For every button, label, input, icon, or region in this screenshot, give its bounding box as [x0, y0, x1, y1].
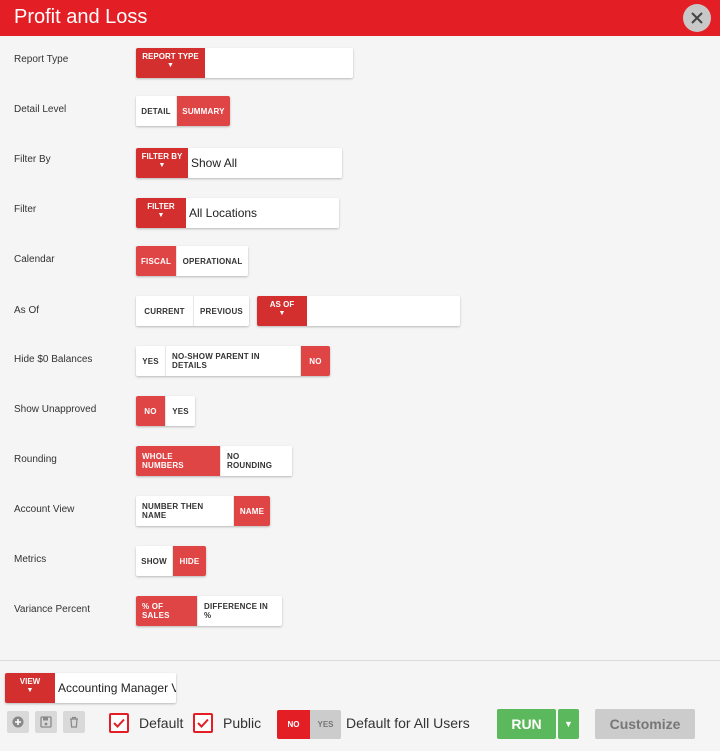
filter-by-select[interactable]: FILTER BY ▼ Show All — [136, 148, 342, 178]
title-bar: Profit and Loss — [0, 0, 720, 36]
run-options-button[interactable]: ▼ — [558, 709, 579, 739]
caret-down-icon: ▼ — [26, 687, 34, 694]
delete-view-button[interactable] — [63, 711, 85, 733]
view-select[interactable]: VIEW ▼ Accounting Manager V — [5, 673, 176, 703]
trash-icon — [70, 716, 78, 728]
checkmark-icon — [197, 718, 209, 728]
view-dropdown-label: VIEW — [19, 677, 41, 686]
hide-zero-option-yes[interactable]: YES — [136, 346, 166, 376]
calendar-label: Calendar — [14, 254, 55, 265]
metrics-label: Metrics — [14, 554, 47, 565]
plus-circle-icon — [12, 716, 24, 728]
default-checkbox[interactable] — [109, 713, 129, 733]
report-type-dropdown-label: REPORT TYPE — [142, 52, 199, 61]
public-checkbox[interactable] — [193, 713, 213, 733]
filter-value[interactable]: All Locations — [186, 198, 339, 228]
default-for-all-users-toggle[interactable]: NO YES — [277, 710, 341, 739]
filter-dropdown-label: FILTER — [147, 202, 175, 211]
metrics-option-hide[interactable]: HIDE — [173, 546, 206, 576]
default-checkbox-label: Default — [139, 715, 184, 731]
run-button[interactable]: RUN — [497, 709, 556, 739]
detail-level-option-summary[interactable]: SUMMARY — [177, 96, 230, 126]
metrics-option-show[interactable]: SHOW — [136, 546, 173, 576]
public-checkbox-label: Public — [223, 715, 262, 731]
account-view-toggle: NUMBER THEN NAME NAME — [136, 496, 270, 526]
as-of-toggle: CURRENT PREVIOUS — [136, 296, 249, 326]
variance-percent-toggle: % OF SALES DIFFERENCE IN % — [136, 596, 282, 626]
hide-zero-option-no[interactable]: NO — [301, 346, 330, 376]
calendar-option-fiscal[interactable]: FISCAL — [136, 246, 177, 276]
detail-level-toggle: DETAIL SUMMARY — [136, 96, 230, 126]
rounding-toggle: WHOLE NUMBERS NO ROUNDING — [136, 446, 292, 476]
caret-down-icon: ▼ — [278, 310, 286, 317]
as-of-dropdown-button[interactable]: AS OF ▼ — [257, 296, 307, 326]
report-type-value[interactable] — [205, 48, 353, 78]
detail-level-label: Detail Level — [14, 104, 67, 115]
save-view-button[interactable] — [35, 711, 57, 733]
filter-by-dropdown-label: FILTER BY — [141, 152, 183, 161]
detail-level-option-detail[interactable]: DETAIL — [136, 96, 177, 126]
close-icon — [691, 12, 703, 24]
account-view-option-name[interactable]: NAME — [234, 496, 270, 526]
calendar-toggle: FISCAL OPERATIONAL — [136, 246, 248, 276]
toggle-option-yes[interactable]: YES — [310, 710, 341, 739]
view-dropdown-button[interactable]: VIEW ▼ — [5, 673, 55, 703]
variance-option-percent-of-sales[interactable]: % OF SALES — [136, 596, 198, 626]
checkmark-icon — [113, 718, 125, 728]
report-type-label: Report Type — [14, 54, 69, 65]
hide-zero-balances-toggle: YES NO-SHOW PARENT IN DETAILS NO — [136, 346, 330, 376]
show-unapproved-label: Show Unapproved — [14, 404, 97, 415]
variance-option-difference-in-percent[interactable]: DIFFERENCE IN % — [198, 596, 282, 626]
dialog-title: Profit and Loss — [14, 6, 148, 28]
toggle-option-no[interactable]: NO — [277, 710, 310, 739]
default-for-all-users-label: Default for All Users — [346, 715, 470, 731]
as-of-label: As Of — [14, 305, 40, 316]
show-unapproved-option-no[interactable]: NO — [136, 396, 166, 426]
as-of-option-current[interactable]: CURRENT — [136, 296, 194, 326]
hide-zero-balances-label: Hide $0 Balances — [14, 354, 93, 365]
filter-label: Filter — [14, 204, 37, 215]
show-unapproved-toggle: NO YES — [136, 396, 195, 426]
profit-and-loss-dialog: Profit and Loss Report Type REPORT TYPE … — [0, 0, 720, 751]
metrics-toggle: SHOW HIDE — [136, 546, 206, 576]
customize-button[interactable]: Customize — [595, 709, 695, 739]
calendar-option-operational[interactable]: OPERATIONAL — [177, 246, 248, 276]
as-of-dropdown-label: AS OF — [269, 300, 295, 309]
close-button[interactable] — [683, 4, 711, 32]
variance-percent-label: Variance Percent — [14, 604, 90, 615]
rounding-option-whole-numbers[interactable]: WHOLE NUMBERS — [136, 446, 221, 476]
caret-down-icon: ▼ — [564, 719, 573, 729]
filter-by-value[interactable]: Show All — [188, 148, 342, 178]
filter-by-dropdown-button[interactable]: FILTER BY ▼ — [136, 148, 188, 178]
hide-zero-option-no-show-parent[interactable]: NO-SHOW PARENT IN DETAILS — [166, 346, 301, 376]
save-icon — [40, 716, 52, 728]
rounding-label: Rounding — [14, 454, 57, 465]
caret-down-icon: ▼ — [158, 162, 166, 169]
account-view-option-number-then-name[interactable]: NUMBER THEN NAME — [136, 496, 234, 526]
filter-select[interactable]: FILTER ▼ All Locations — [136, 198, 339, 228]
show-unapproved-option-yes[interactable]: YES — [166, 396, 195, 426]
caret-down-icon: ▼ — [157, 212, 165, 219]
caret-down-icon: ▼ — [167, 62, 174, 69]
as-of-option-previous[interactable]: PREVIOUS — [194, 296, 249, 326]
report-type-dropdown-button[interactable]: REPORT TYPE ▼ — [136, 48, 205, 78]
rounding-option-no-rounding[interactable]: NO ROUNDING — [221, 446, 292, 476]
filter-dropdown-button[interactable]: FILTER ▼ — [136, 198, 186, 228]
view-value[interactable]: Accounting Manager V — [55, 673, 176, 703]
add-view-button[interactable] — [7, 711, 29, 733]
account-view-label: Account View — [14, 504, 75, 515]
filter-by-label: Filter By — [14, 154, 51, 165]
footer-divider — [0, 660, 720, 661]
report-type-select[interactable]: REPORT TYPE ▼ — [136, 48, 353, 78]
as-of-date-select[interactable]: AS OF ▼ — [257, 296, 460, 326]
as-of-value[interactable] — [307, 296, 460, 326]
